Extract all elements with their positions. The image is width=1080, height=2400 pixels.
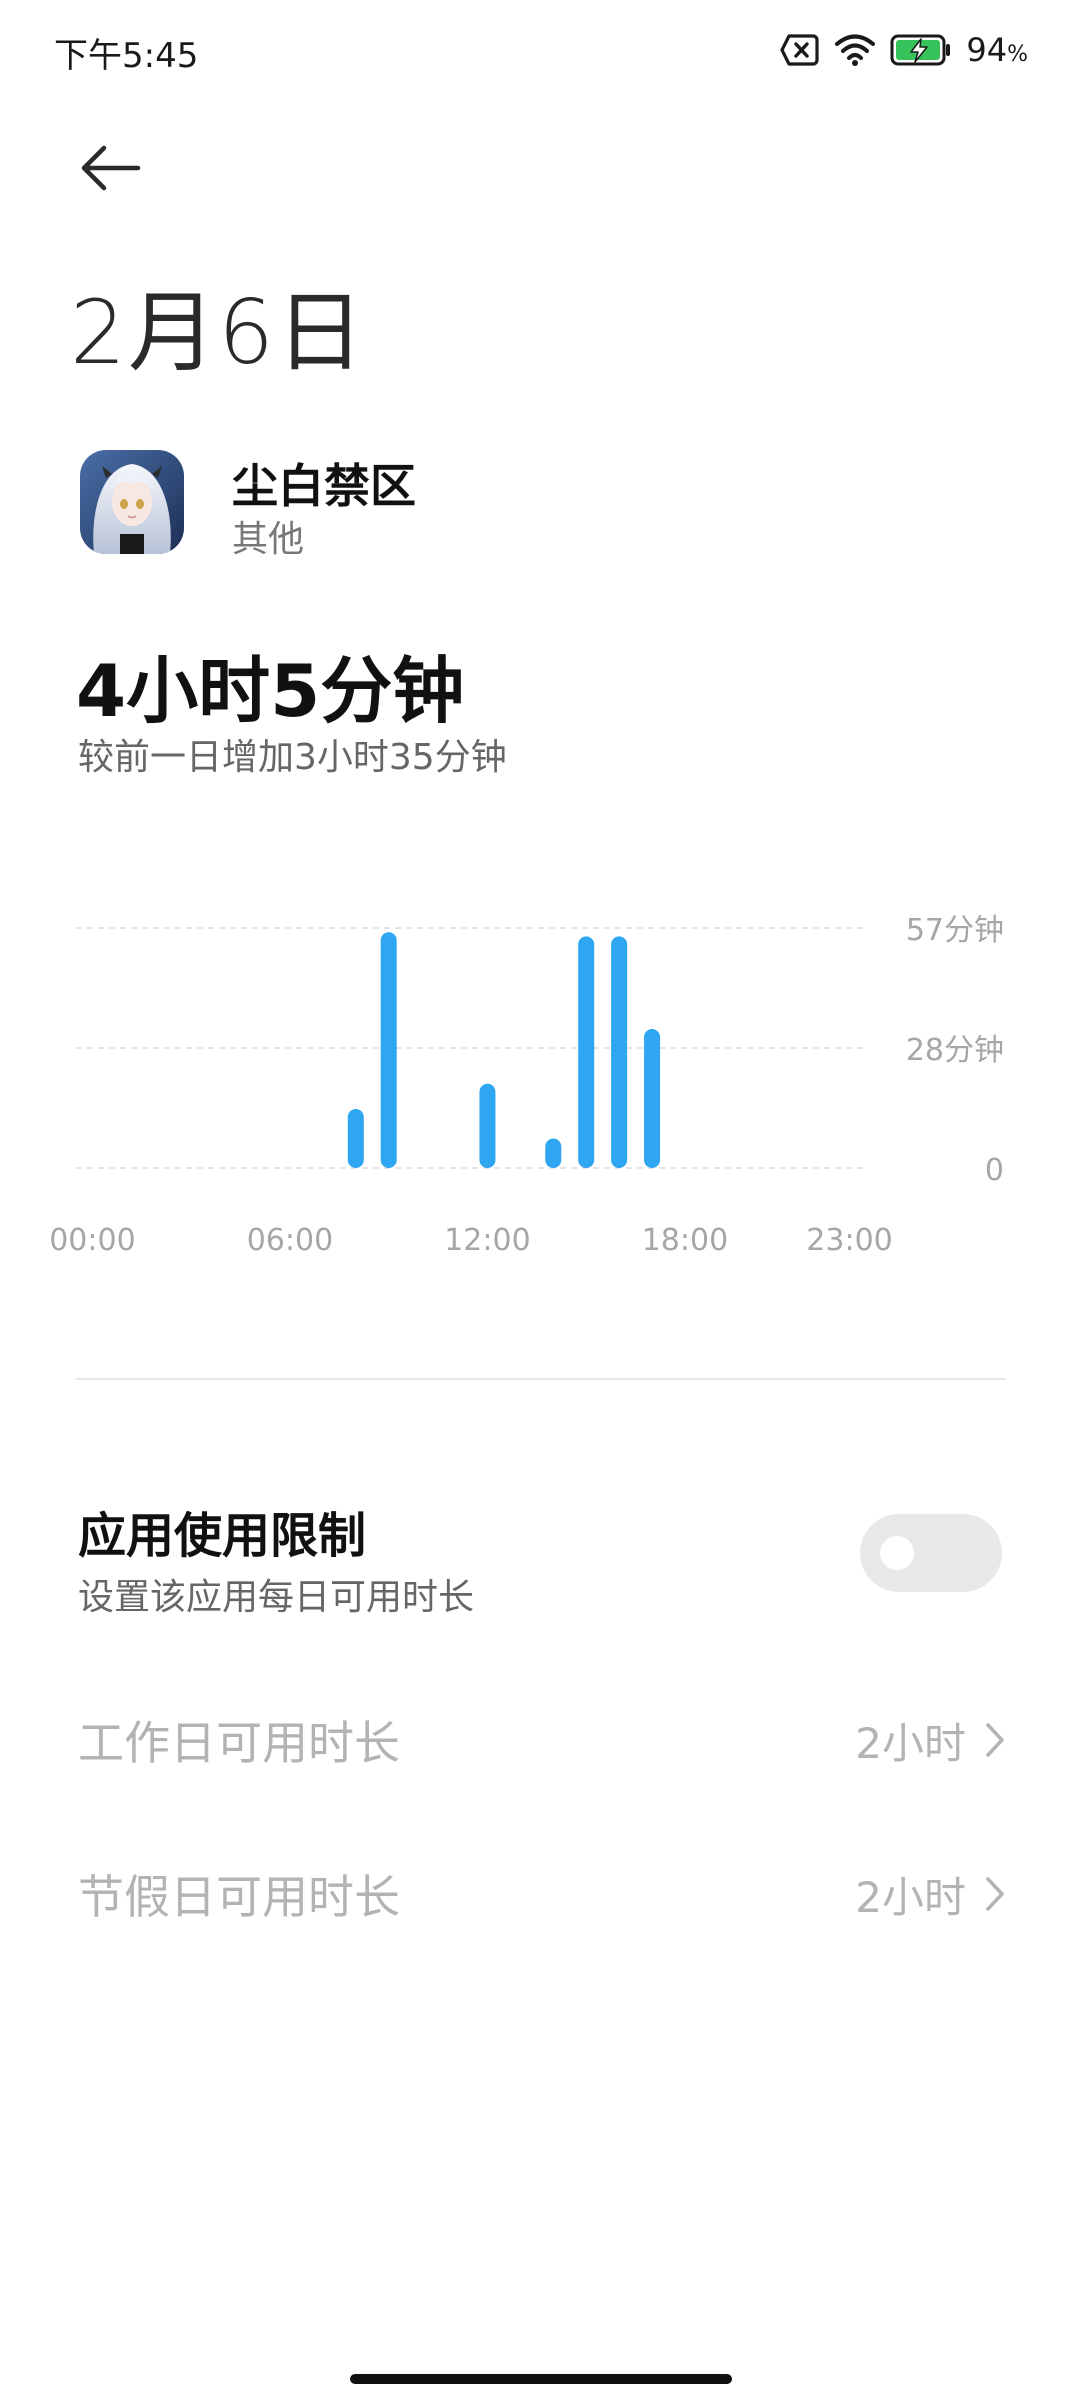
chevron-right-icon (986, 1877, 1004, 1911)
toggle-knob (880, 1536, 914, 1570)
battery-percent-value: 94 (966, 31, 1008, 69)
chart-bar (578, 936, 595, 1168)
chart-x-tick-label: 06:00 (247, 1223, 333, 1258)
chart-x-tick-label: 12:00 (444, 1223, 530, 1258)
usage-limit-description: 设置该应用每日可用时长 (78, 1577, 475, 1618)
usage-comparison: 较前一日增加3小时35分钟 (78, 737, 507, 778)
chart-bar (545, 1138, 562, 1168)
divider (76, 1378, 1006, 1380)
workday-limit-value-wrap: 2小时 (855, 1710, 1006, 1771)
workday-limit-row[interactable]: 工作日可用时长 2小时 (78, 1690, 1006, 1790)
workday-limit-label: 工作日可用时长 (78, 1716, 400, 1770)
page-title: 2月6日 (70, 281, 366, 384)
battery-percent: 94% (966, 31, 1028, 69)
chart-y-tick-label: 57分钟 (906, 913, 1004, 948)
battery-charging-icon (890, 33, 952, 67)
total-usage-time: 4小时5分钟 (76, 649, 465, 733)
sim-off-icon (780, 33, 820, 67)
status-bar: 下午5:45 94% (0, 0, 1080, 100)
holiday-limit-value: 2小时 (855, 1872, 966, 1922)
chart-bar (479, 1083, 496, 1168)
chart-bar (347, 1109, 364, 1168)
chart-bar (380, 932, 397, 1168)
home-indicator (350, 2374, 732, 2384)
holiday-limit-value-wrap: 2小时 (855, 1864, 1006, 1925)
chart-bar (644, 1029, 661, 1168)
back-button[interactable] (68, 132, 152, 204)
holiday-limit-label: 节假日可用时长 (78, 1870, 400, 1924)
status-time: 下午5:45 (54, 36, 199, 76)
status-icons: 94% (780, 26, 1028, 74)
app-category: 其他 (232, 519, 305, 560)
chart-x-tick-label: 18:00 (642, 1223, 728, 1258)
app-name: 尘白禁区 (232, 459, 416, 513)
workday-limit-value: 2小时 (855, 1718, 966, 1768)
chart-bar (611, 936, 628, 1168)
wifi-icon (834, 33, 876, 67)
battery-percent-symbol: % (1007, 42, 1028, 67)
chart-y-tick-label: 0 (985, 1153, 1004, 1188)
holiday-limit-row[interactable]: 节假日可用时长 2小时 (78, 1844, 1006, 1944)
chart-y-tick-label: 28分钟 (906, 1033, 1004, 1068)
chart-x-tick-label: 23:00 (806, 1223, 892, 1258)
chart-x-tick-label: 00:00 (49, 1223, 135, 1258)
chevron-right-icon (986, 1723, 1004, 1757)
app-icon (80, 450, 184, 554)
arrow-left-icon (81, 145, 141, 191)
usage-limit-toggle[interactable] (860, 1514, 1002, 1592)
usage-chart: 57分钟 28分钟 0 00:00 06:00 12:00 18:00 23:00 (49, 913, 1004, 1258)
usage-limit-title: 应用使用限制 (78, 1508, 367, 1564)
